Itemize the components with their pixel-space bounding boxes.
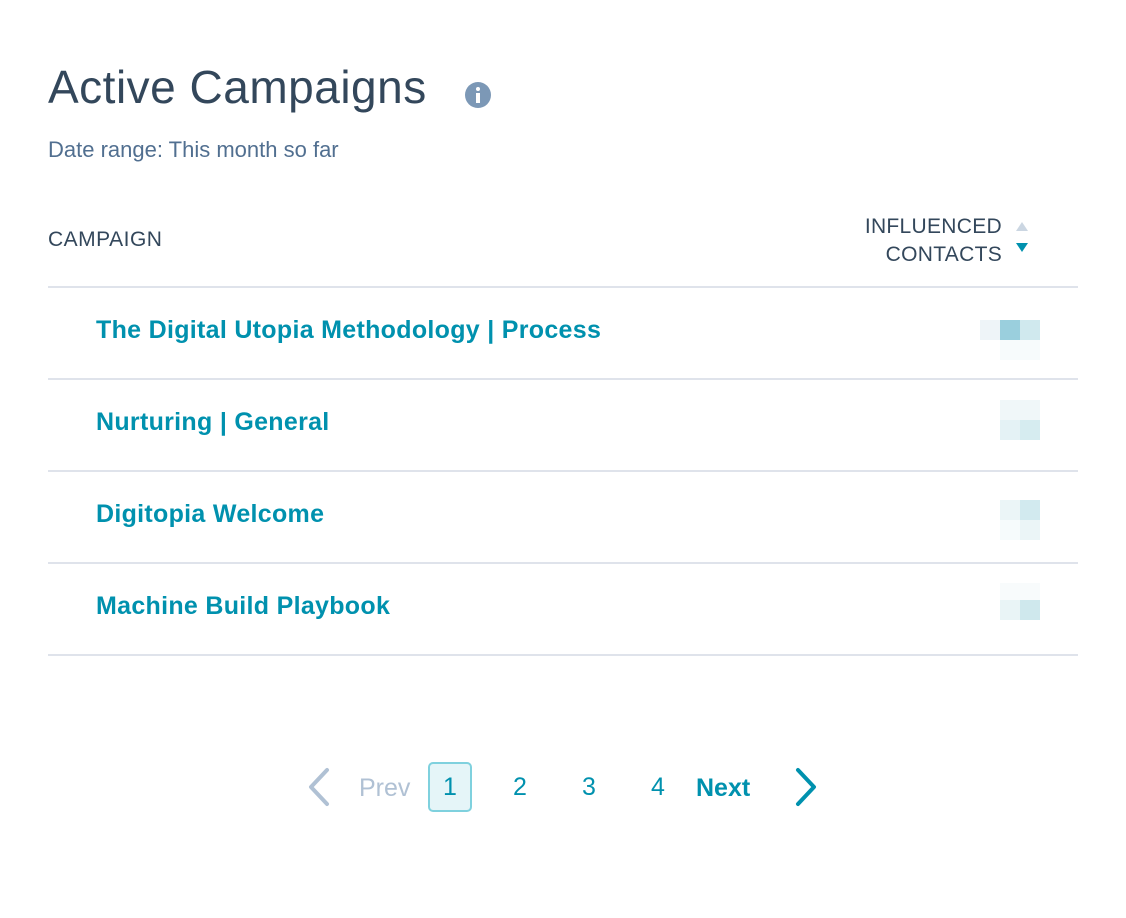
- row-divider: [48, 562, 1078, 564]
- page-4-button[interactable]: 4: [636, 762, 680, 812]
- column-header-line1: INFLUENCED: [864, 215, 1002, 238]
- date-range-label: Date range: This month so far: [48, 137, 339, 162]
- prev-button: Prev: [359, 774, 411, 802]
- campaign-link[interactable]: Machine Build Playbook: [96, 592, 390, 621]
- influenced-contacts-value: [980, 320, 1040, 360]
- column-header-campaign[interactable]: CAMPAIGN: [48, 228, 162, 252]
- column-header-line2: CONTACTS: [885, 243, 1002, 266]
- row-divider: [48, 378, 1078, 380]
- page-3-button[interactable]: 3: [567, 762, 611, 812]
- row-divider: [48, 470, 1078, 472]
- page-title: Active Campaigns: [48, 61, 427, 113]
- column-header-influenced-contacts[interactable]: INFLUENCED CONTACTS: [865, 213, 1002, 269]
- campaign-link[interactable]: Nurturing | General: [96, 408, 330, 437]
- page-1-button[interactable]: 1: [428, 762, 472, 812]
- info-icon[interactable]: [465, 82, 491, 108]
- sort-descending-icon: [1016, 243, 1028, 252]
- influenced-contacts-value: [980, 500, 1040, 540]
- sort-toggle[interactable]: [1016, 222, 1030, 256]
- pagination: Prev 1 2 3 4 Next: [0, 762, 1126, 814]
- influenced-contacts-value: [980, 583, 1040, 623]
- chevron-right-icon[interactable]: [790, 762, 820, 812]
- campaign-link[interactable]: The Digital Utopia Methodology | Process: [96, 316, 601, 345]
- table-bottom-divider: [48, 654, 1078, 656]
- influenced-contacts-value: [980, 400, 1040, 440]
- next-button[interactable]: Next: [696, 774, 750, 803]
- active-campaigns-card: Active Campaigns Date range: This month …: [0, 0, 1126, 918]
- header-divider: [48, 286, 1078, 288]
- chevron-left-icon: [309, 768, 329, 806]
- page-2-button[interactable]: 2: [498, 762, 542, 812]
- sort-ascending-icon: [1016, 222, 1028, 231]
- campaign-link[interactable]: Digitopia Welcome: [96, 500, 324, 529]
